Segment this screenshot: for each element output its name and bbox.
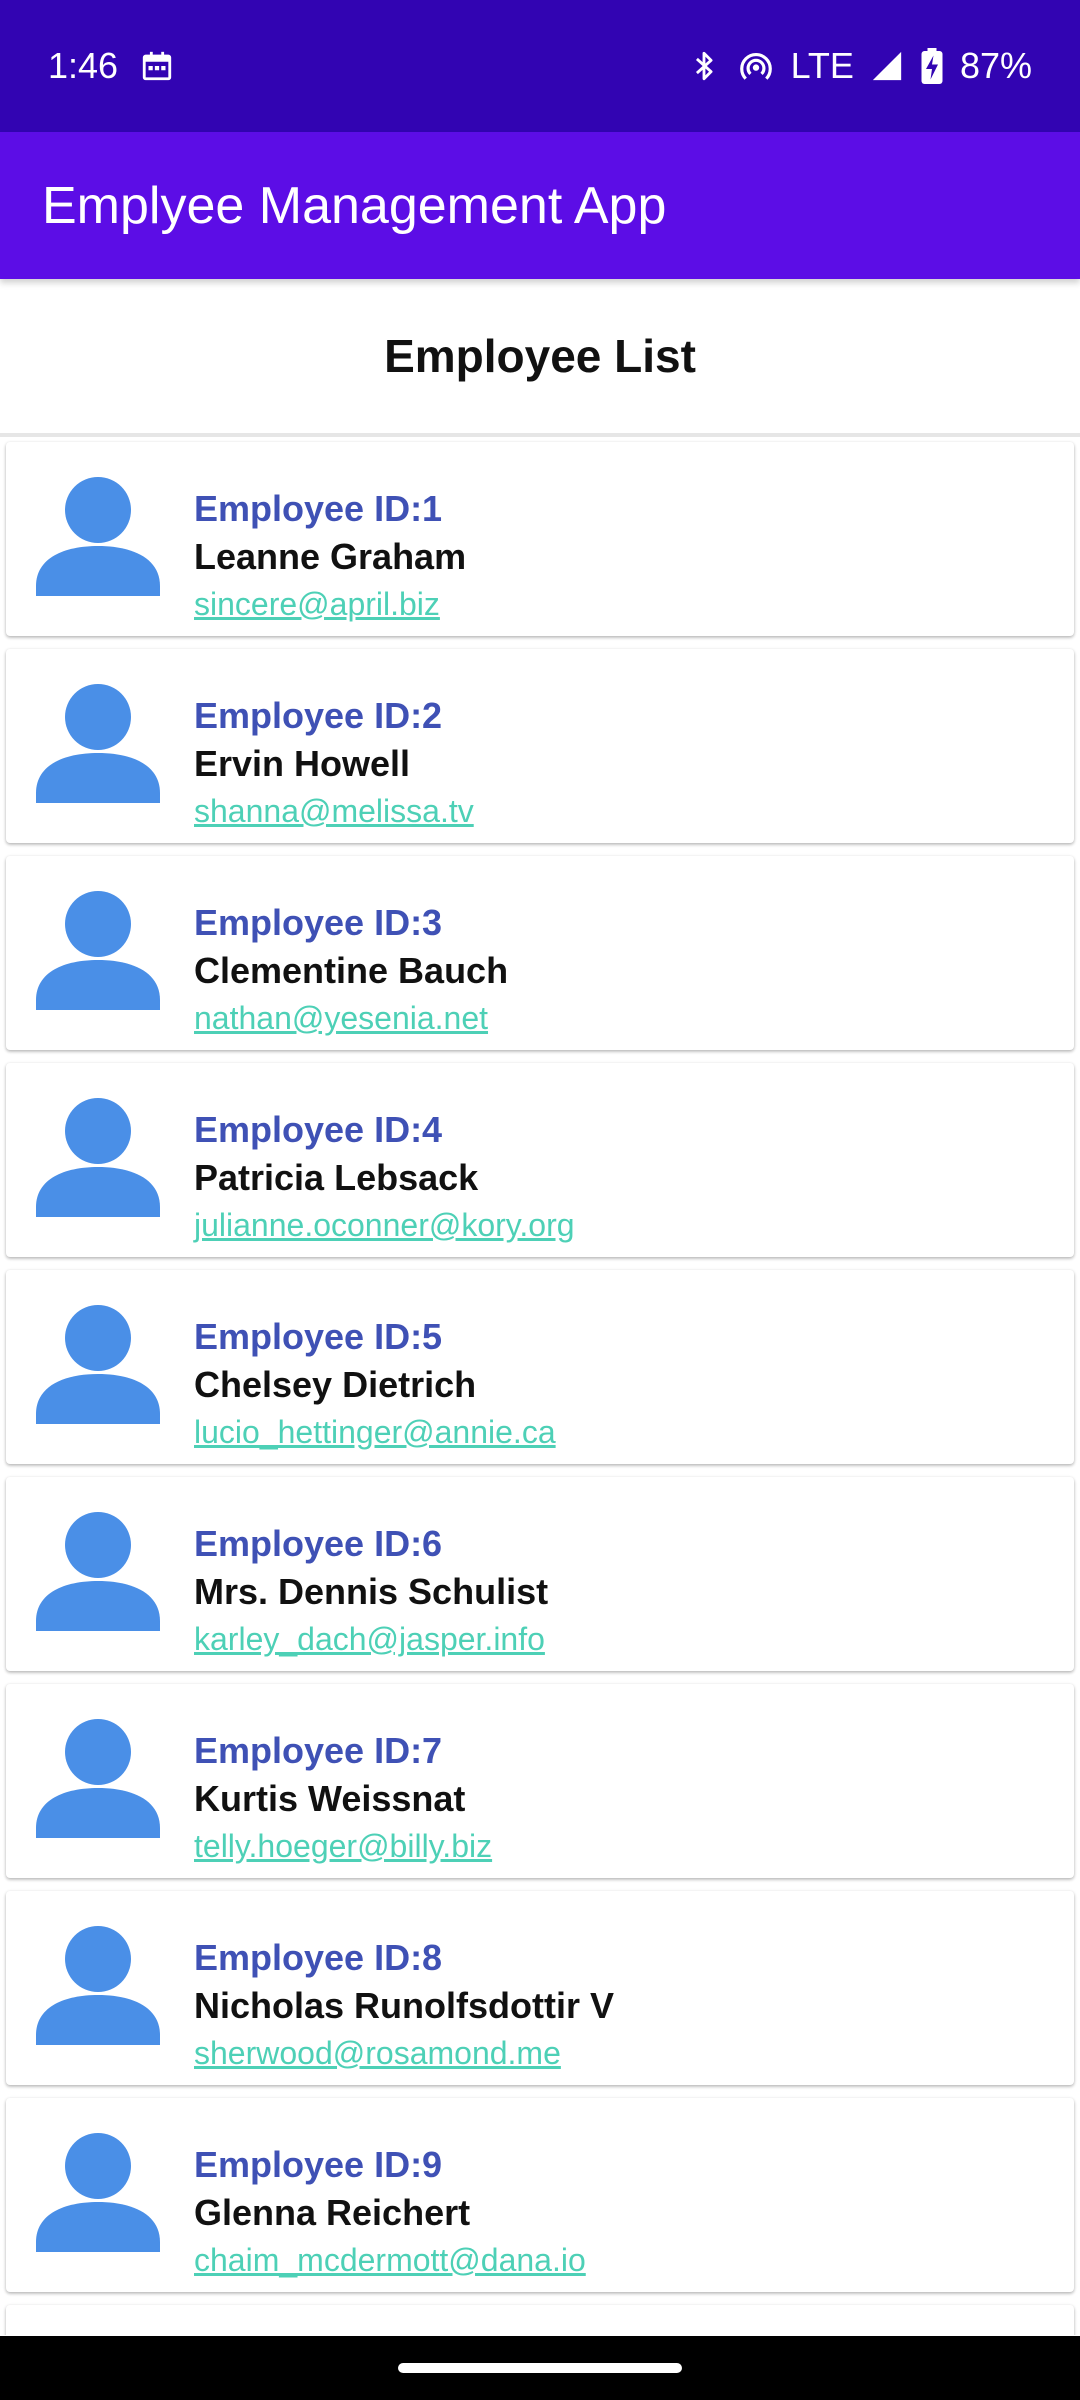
status-bar: 1:46 LTE 87% xyxy=(0,0,1080,132)
employee-card[interactable]: Employee ID:6 Mrs. Dennis Schulist karle… xyxy=(6,1477,1074,1671)
employee-card[interactable]: Employee ID:4 Patricia Lebsack julianne.… xyxy=(6,1063,1074,1257)
employee-email-link[interactable]: lucio_hettinger@annie.ca xyxy=(194,1410,556,1454)
employee-id: Employee ID:4 xyxy=(194,1109,443,1150)
employee-email-link[interactable]: sherwood@rosamond.me xyxy=(194,2031,614,2075)
employee-card[interactable]: Employee ID:1 Leanne Graham sincere@apri… xyxy=(6,442,1074,636)
network-type: LTE xyxy=(790,45,854,86)
app-bar: Emplyee Management App xyxy=(0,132,1080,279)
employee-list[interactable]: Employee ID:1 Leanne Graham sincere@apri… xyxy=(0,440,1080,2335)
status-right: LTE 87% xyxy=(687,45,1032,87)
employee-card[interactable]: Employee ID:7 Kurtis Weissnat telly.hoeg… xyxy=(6,1684,1074,1878)
employee-card[interactable]: Employee ID:3 Clementine Bauch nathan@ye… xyxy=(6,856,1074,1050)
signal-icon xyxy=(870,49,904,83)
employee-name: Kurtis Weissnat xyxy=(194,1778,466,1819)
status-left: 1:46 xyxy=(48,45,174,87)
person-avatar-icon xyxy=(36,2133,160,2252)
battery-charging-icon xyxy=(920,48,944,84)
employee-name: Patricia Lebsack xyxy=(194,1157,479,1198)
employee-id: Employee ID:1 xyxy=(194,488,443,529)
employee-card[interactable]: Employee ID:5 Chelsey Dietrich lucio_het… xyxy=(6,1270,1074,1464)
bluetooth-icon xyxy=(687,49,721,83)
employee-card[interactable] xyxy=(6,2305,1074,2335)
employee-card[interactable]: Employee ID:9 Glenna Reichert chaim_mcde… xyxy=(6,2098,1074,2292)
employee-id: Employee ID:7 xyxy=(194,1730,443,1771)
battery-percent: 87% xyxy=(959,45,1032,86)
employee-email-link[interactable]: nathan@yesenia.net xyxy=(194,996,508,1040)
employee-email-link[interactable]: chaim_mcdermott@dana.io xyxy=(194,2238,586,2282)
person-avatar-icon xyxy=(36,477,160,596)
employee-name: Chelsey Dietrich xyxy=(194,1364,477,1405)
status-time: 1:46 xyxy=(48,45,119,86)
app-title: Emplyee Management App xyxy=(42,176,667,235)
employee-card[interactable]: Employee ID:2 Ervin Howell shanna@meliss… xyxy=(6,649,1074,843)
employee-email-link[interactable]: julianne.oconner@kory.org xyxy=(194,1203,575,1247)
employee-id: Employee ID:8 xyxy=(194,1937,443,1978)
person-avatar-icon xyxy=(36,1719,160,1838)
employee-email-link[interactable]: telly.hoeger@billy.biz xyxy=(194,1824,492,1868)
person-avatar-icon xyxy=(36,684,160,803)
employee-email-link[interactable]: sincere@april.biz xyxy=(194,582,466,626)
system-nav-bar xyxy=(0,2336,1080,2400)
employee-email-link[interactable]: karley_dach@jasper.info xyxy=(194,1617,548,1661)
employee-name: Nicholas Runolfsdottir V xyxy=(194,1985,615,2026)
employee-id: Employee ID:2 xyxy=(194,695,443,736)
list-heading-text: Employee List xyxy=(384,330,696,382)
employee-name: Leanne Graham xyxy=(194,536,467,577)
employee-name: Glenna Reichert xyxy=(194,2192,471,2233)
person-avatar-icon xyxy=(36,1305,160,1424)
employee-name: Ervin Howell xyxy=(194,743,411,784)
person-avatar-icon xyxy=(36,1926,160,2045)
employee-email-link[interactable]: shanna@melissa.tv xyxy=(194,789,474,833)
person-avatar-icon xyxy=(36,891,160,1010)
person-avatar-icon xyxy=(36,1098,160,1217)
person-avatar-icon xyxy=(36,1512,160,1631)
home-gesture-handle[interactable] xyxy=(398,2363,682,2373)
list-heading: Employee List xyxy=(0,279,1080,437)
employee-id: Employee ID:3 xyxy=(194,902,443,943)
employee-id: Employee ID:5 xyxy=(194,1316,443,1357)
employee-name: Clementine Bauch xyxy=(194,950,509,991)
employee-id: Employee ID:9 xyxy=(194,2144,443,2185)
calendar-icon xyxy=(140,49,174,83)
employee-name: Mrs. Dennis Schulist xyxy=(194,1571,549,1612)
hotspot-icon xyxy=(737,47,775,85)
employee-card[interactable]: Employee ID:8 Nicholas Runolfsdottir V s… xyxy=(6,1891,1074,2085)
employee-id: Employee ID:6 xyxy=(194,1523,443,1564)
